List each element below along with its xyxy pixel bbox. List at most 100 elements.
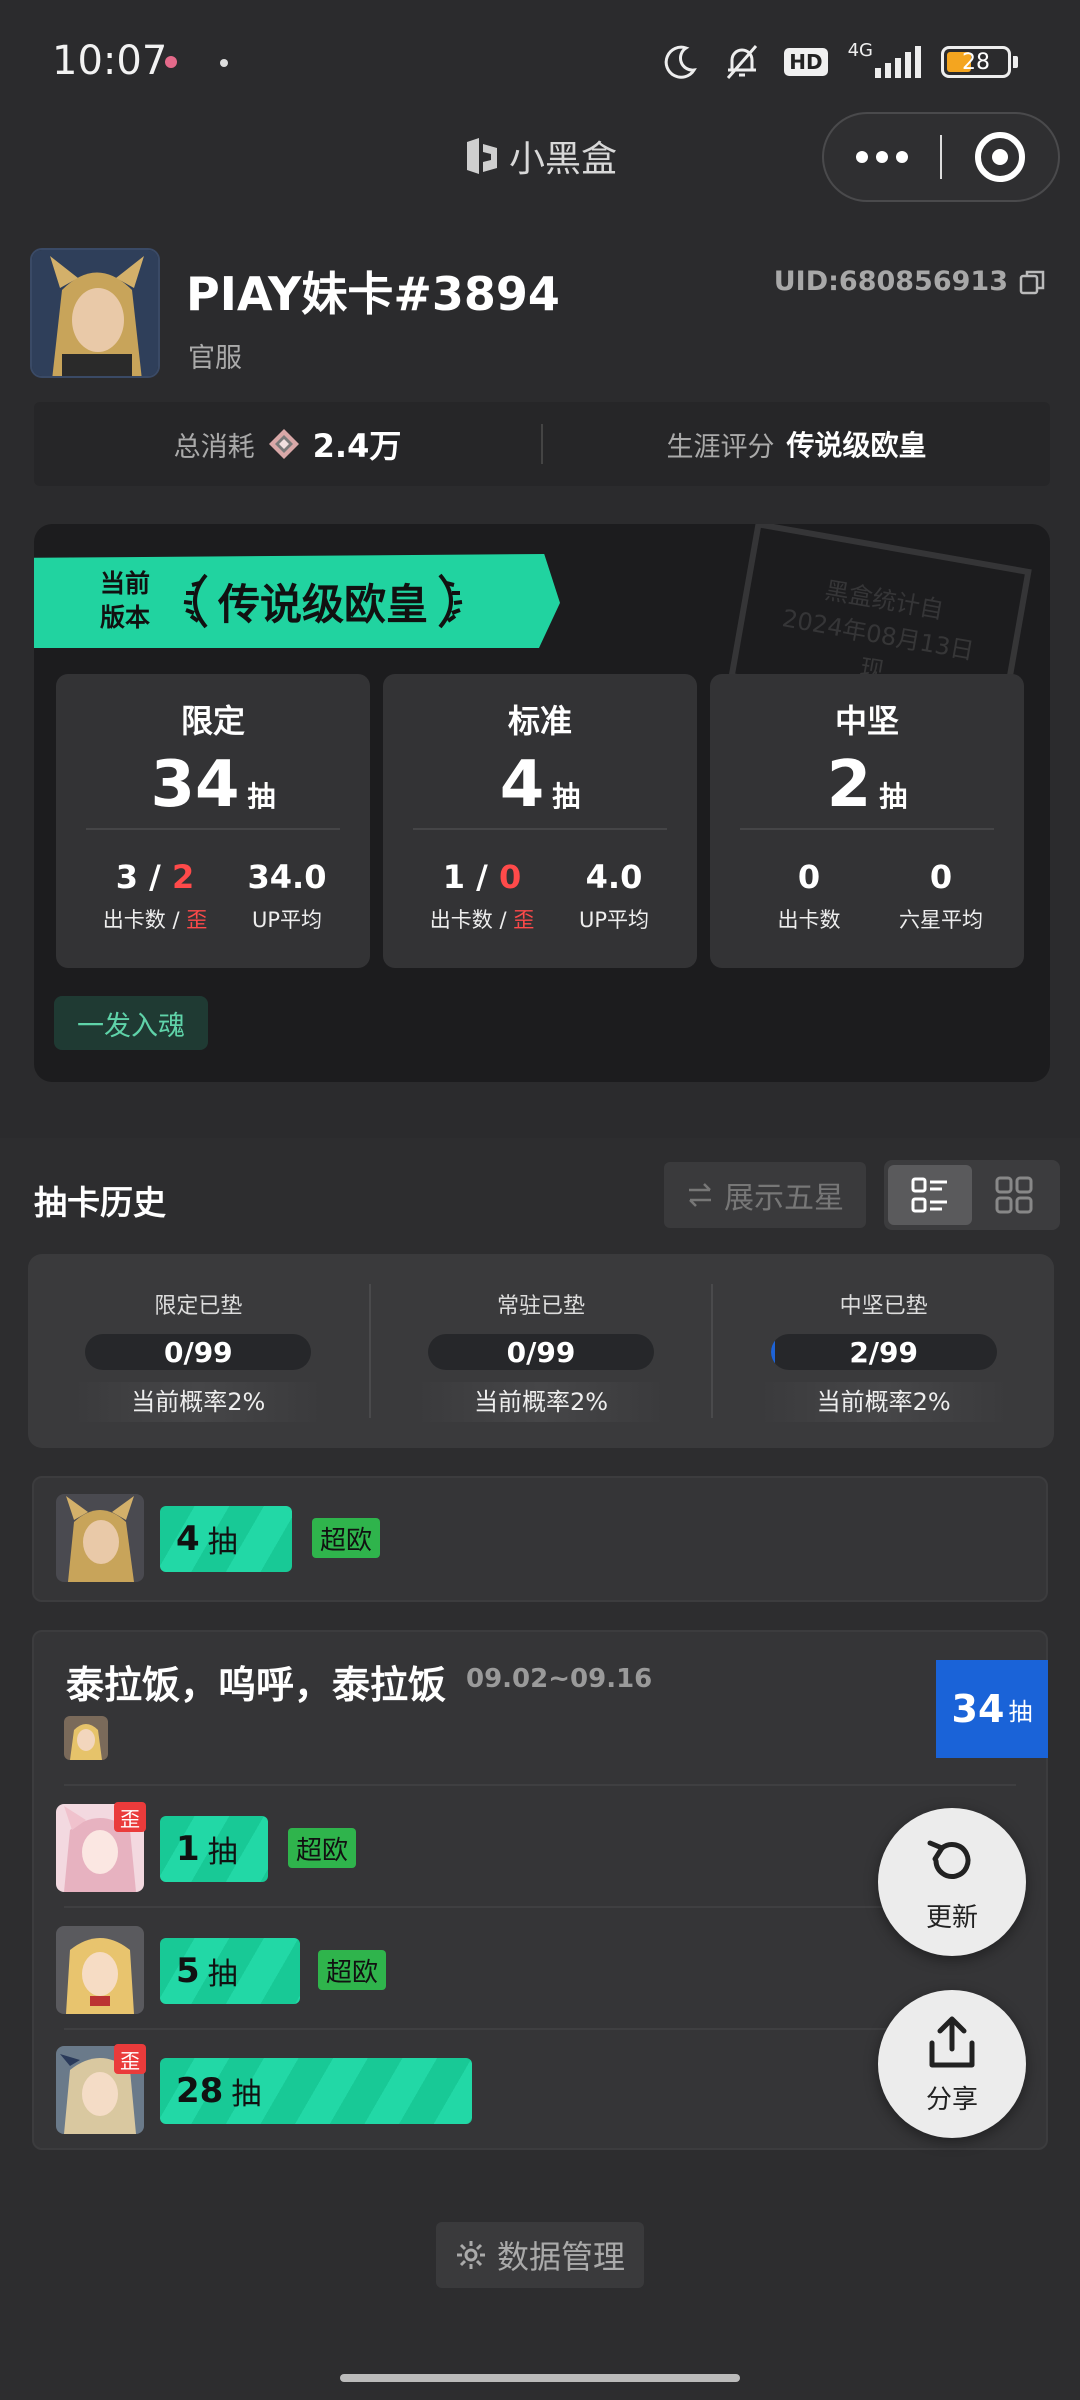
share-icon [929, 2016, 975, 2067]
pool-name: 标准 [507, 702, 572, 740]
achievement-badge: 一发入魂 [54, 996, 208, 1050]
grid-view-button[interactable] [972, 1165, 1056, 1225]
notification-icon [165, 56, 177, 68]
more-button[interactable] [824, 151, 940, 163]
pity-value: 0/99 [163, 1335, 233, 1369]
data-manage-label: 数据管理 [496, 2238, 625, 2276]
miniprogram-capsule [822, 112, 1060, 202]
pity-mid: 中坚已垫 2/99 当前概率2% [711, 1284, 1054, 1422]
character-avatar [56, 1494, 144, 1582]
banner-total-unit: 抽 [1008, 1697, 1033, 1726]
pity-rate: 当前概率2% [758, 1382, 1009, 1422]
total-cost: 总消耗 2.4万 [34, 421, 541, 467]
up-avg-label: UP平均 [251, 908, 323, 932]
row-divider [64, 2028, 1016, 2030]
refresh-icon [927, 1840, 971, 1879]
stat-label: 出卡数 / [429, 908, 514, 932]
refresh-button[interactable]: 更新 [878, 1808, 1026, 1956]
luck-tag: 超欧 [318, 1950, 387, 1990]
character-avatar: 歪 [56, 1802, 146, 1892]
moon-icon [664, 45, 698, 79]
pity-label: 中坚已垫 [839, 1294, 928, 1319]
pool-stat-cards: 0 出卡数 [754, 858, 864, 934]
pool-stat-up-avg: 34.0 UP平均 [232, 858, 342, 934]
banner-name: 泰拉饭，呜呼，泰拉饭 [66, 1663, 447, 1707]
pull-unit: 抽 [231, 2077, 262, 2112]
status-dot-icon [220, 59, 228, 67]
career-value: 传说级欧皇 [786, 429, 927, 462]
status-time: 10:07 [52, 38, 168, 84]
pity-label: 限定已垫 [154, 1294, 243, 1319]
pool-stat-six-star-avg: 0 六星平均 [886, 858, 996, 934]
banner-date: 09.02~09.16 [466, 1664, 653, 1694]
character-avatar [56, 1926, 144, 2014]
username: PIAY妹卡#3894 [186, 267, 560, 321]
banner-total: 34 抽 [936, 1660, 1048, 1758]
show-five-star-button[interactable]: 展示五星 [664, 1162, 866, 1228]
pity-card: 限定已垫 0/99 当前概率2% 常驻已垫 0/99 当前概率2% 中坚已垫 2… [28, 1254, 1054, 1448]
pool-count-value: 34 [150, 748, 240, 822]
off-banner-tag: 歪 [114, 2044, 146, 2074]
status-icons: HD 4G 28 [660, 36, 1018, 88]
close-miniprogram-button[interactable] [942, 132, 1058, 182]
server-label: 官服 [188, 343, 242, 374]
stat-separator: / [465, 858, 499, 896]
pool-count-unit: 抽 [247, 780, 276, 813]
up-avg-value: 34.0 [247, 858, 327, 896]
uid-text: UID:680856913 [773, 266, 1008, 297]
share-button[interactable]: 分享 [878, 1990, 1026, 2138]
pull-unit: 抽 [207, 1835, 238, 1870]
pool-stat-cards: 1 / 0 出卡数 / 歪 [427, 858, 537, 934]
six-star-avg-label: 六星平均 [899, 908, 983, 932]
pool-name: 中坚 [834, 702, 899, 740]
pool-card-mid: 中坚 2抽 0 出卡数 0 六星平均 [710, 674, 1024, 968]
rank-title-text: 传说级欧皇 [218, 579, 429, 629]
pity-rate: 当前概率2% [73, 1382, 324, 1422]
data-manage-button[interactable]: 数据管理 [436, 2222, 644, 2288]
pool-name: 限定 [180, 702, 245, 740]
pull-count: 28 [176, 2071, 224, 2111]
list-view-button[interactable] [888, 1165, 972, 1225]
app-logo-icon [466, 138, 497, 174]
avatar[interactable] [30, 248, 160, 378]
pull-count-bar: 28 抽 [160, 2058, 472, 2124]
stat-label-red: 歪 [513, 908, 535, 932]
pool-divider [86, 828, 340, 830]
pool-card-standard: 标准 4抽 1 / 0 出卡数 / 歪 4.0 UP平均 [383, 674, 697, 968]
pull-count-bar: 4抽 [160, 1506, 292, 1572]
pool-card-limited: 限定 34 抽 3 / 2 出卡数 / 歪 34.0 UP平均 [56, 674, 370, 968]
pull-count-bar: 5抽 [160, 1938, 300, 2004]
off-banner-count: 0 [498, 858, 522, 896]
laurel-left-icon [183, 573, 208, 629]
target-icon [974, 132, 1025, 182]
pity-label: 常驻已垫 [497, 1294, 586, 1319]
total-cost-value: 2.4万 [312, 427, 402, 465]
banner-total-value: 34 [951, 1687, 1005, 1731]
total-cost-label: 总消耗 [173, 431, 255, 463]
app-title-text: 小黑盒 [508, 139, 617, 180]
share-label: 分享 [925, 2084, 978, 2115]
mute-bell-icon [727, 45, 758, 79]
pity-progress: 0/99 [428, 1334, 654, 1370]
pity-progress: 0/99 [85, 1334, 312, 1370]
gear-icon [456, 2241, 485, 2269]
pool-count-unit: 抽 [879, 780, 908, 813]
network-label: 4G [847, 39, 873, 61]
copy-icon[interactable] [1018, 268, 1046, 296]
view-toggle [884, 1160, 1060, 1230]
rank-title: 传说级欧皇 [180, 571, 466, 632]
pool-divider [413, 828, 667, 830]
history-entry-card[interactable]: 4抽 超欧 [32, 1476, 1048, 1602]
version-label: 当前 版本 [70, 567, 180, 635]
pull-count-bar: 1抽 [160, 1816, 268, 1882]
cards-count: 1 [442, 858, 466, 896]
home-indicator[interactable] [340, 2374, 740, 2382]
swap-icon [689, 1183, 711, 1207]
pool-stat-up-avg: 4.0 UP平均 [559, 858, 669, 934]
battery-icon: 28 [941, 46, 1018, 78]
pool-count-value: 2 [826, 748, 872, 822]
version-label-line: 当前 [99, 569, 150, 598]
character-avatar: 歪 [56, 2044, 146, 2134]
pull-count: 1 [176, 1829, 200, 1869]
uid-copy[interactable]: UID:680856913 [774, 266, 1046, 297]
